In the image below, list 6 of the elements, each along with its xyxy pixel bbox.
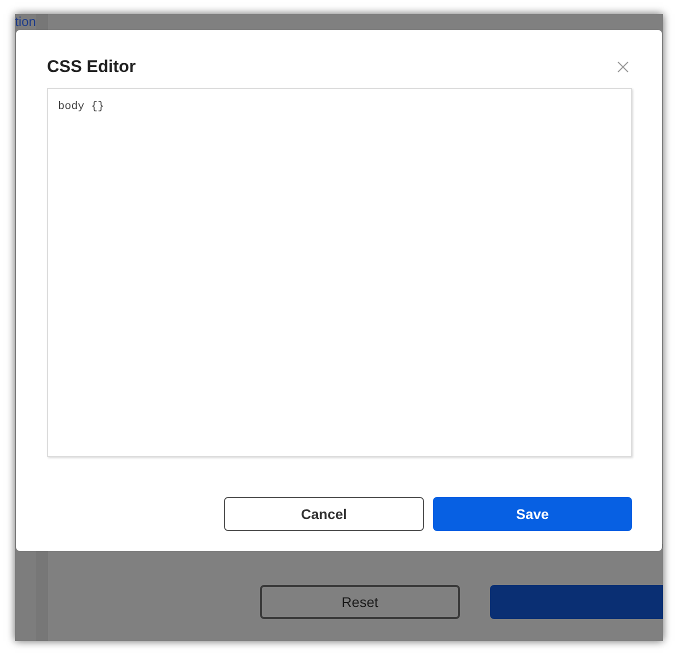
dialog-title: CSS Editor: [47, 56, 136, 78]
reset-button[interactable]: Reset: [260, 585, 460, 619]
save-button[interactable]: Save: [433, 497, 632, 531]
close-icon[interactable]: [617, 60, 629, 72]
cancel-button[interactable]: Cancel: [224, 497, 424, 531]
code-editor[interactable]: body {}: [47, 88, 632, 457]
